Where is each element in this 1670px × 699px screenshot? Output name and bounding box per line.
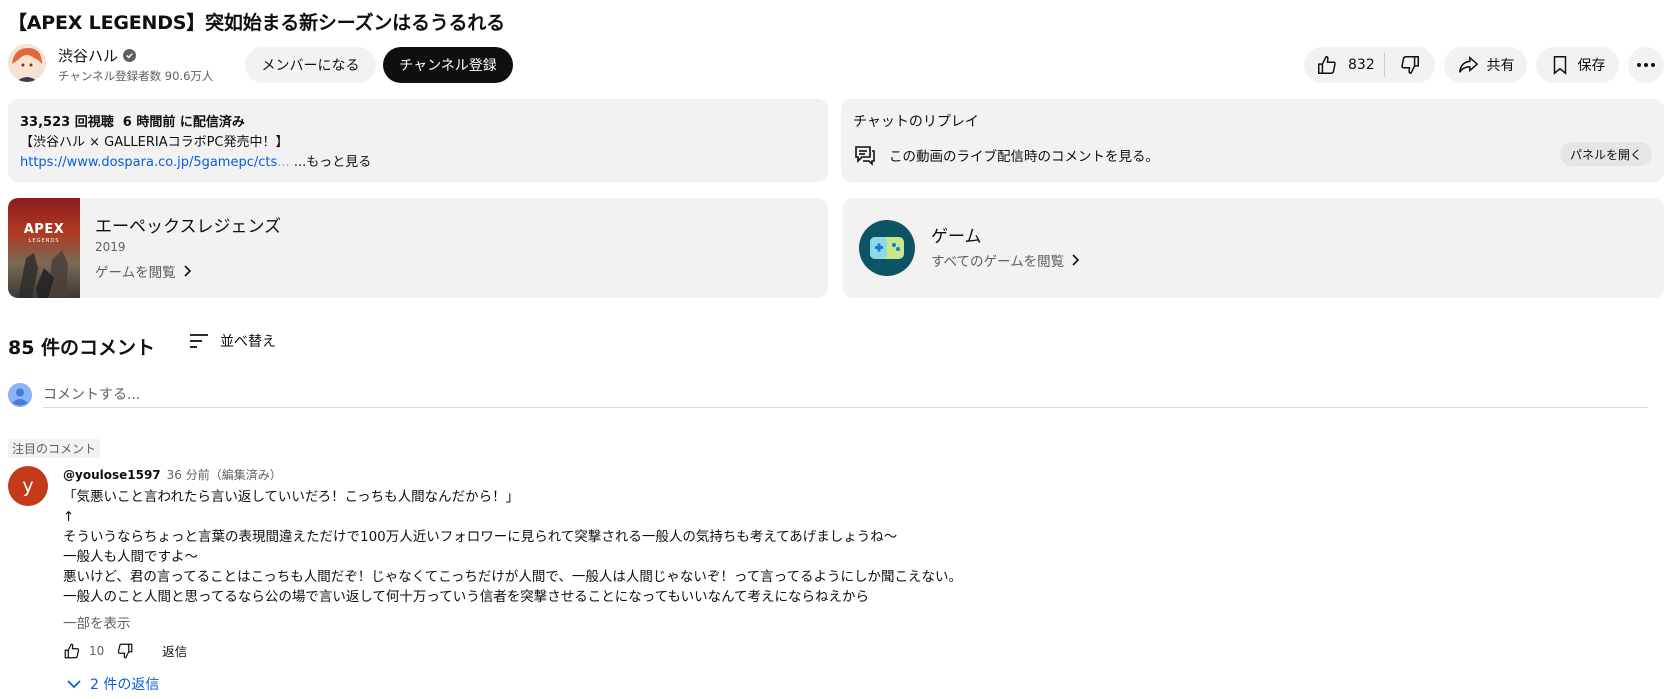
replies-count-label: 2 件の返信 — [90, 677, 160, 693]
comment-like-count: 10 — [89, 643, 105, 658]
comment-header: @youlose1597 36 分前（編集済み） — [63, 466, 282, 483]
user-avatar-icon — [8, 383, 32, 407]
comment-author[interactable]: @youlose1597 — [63, 468, 161, 482]
show-less-link[interactable]: 一部を表示 — [63, 612, 131, 632]
game-year: 2019 — [95, 240, 126, 254]
subscriber-count: チャンネル登録者数 90.6万人 — [58, 69, 214, 83]
more-horizontal-icon — [1637, 63, 1655, 67]
show-more-link[interactable]: ...もっと見る — [294, 155, 371, 170]
description-link-row: https://www.dospara.co.jp/5gamepc/cts...… — [20, 151, 371, 170]
share-label: 共有 — [1486, 58, 1515, 74]
join-button[interactable]: メンバーになる — [245, 47, 376, 83]
chat-replay-text: この動画のライブ配信時のコメントを見る。 — [889, 149, 1159, 165]
channel-name-row[interactable]: 渋谷ハル — [58, 45, 137, 66]
description-meta: 33,523 回視聴 6 時間前 に配信済み — [20, 111, 245, 130]
comment-actions: 10 返信 — [63, 641, 187, 660]
sort-icon — [190, 334, 208, 348]
comment-text-line: 悪いけど、君の言ってることはこっちも人間だぞ！じゃなくてこっちだけが人間で、一般… — [63, 569, 962, 585]
add-comment-input[interactable] — [43, 382, 1648, 408]
chevron-right-icon — [184, 265, 191, 277]
dislike-button[interactable] — [1385, 47, 1435, 83]
save-label: 保存 — [1577, 58, 1606, 74]
chat-replay-box: チャットのリプレイ この動画のライブ配信時のコメントを見る。 パネルを開く — [841, 99, 1664, 182]
browse-game-label: ゲームを閲覧 — [95, 265, 176, 281]
browse-game-link[interactable]: ゲームを閲覧 — [95, 261, 192, 281]
share-icon — [1458, 56, 1478, 73]
stream-time: 6 時間前 に配信済み — [122, 115, 245, 130]
sort-comments-button[interactable]: 並べ替え — [188, 331, 276, 351]
like-button[interactable]: 832 — [1304, 47, 1384, 83]
chat-replay-title: チャットのリプレイ — [853, 114, 979, 130]
description-box[interactable]: 33,523 回視聴 6 時間前 に配信済み 【渋谷ハル × GALLERIAコ… — [8, 99, 828, 182]
like-dislike-group: 832 — [1304, 47, 1435, 83]
comment-text-line: 「気悪いこと言われたら言い返していいだろ！こっちも人間なんだから！」 — [63, 489, 520, 505]
game-cover-art: APEX LEGENDS — [8, 198, 80, 298]
gaming-card[interactable]: ゲーム すべてのゲームを閲覧 — [843, 198, 1664, 298]
browse-all-games-link[interactable]: すべてのゲームを閲覧 — [931, 250, 1080, 270]
video-title: 【APEX LEGENDS】突如始まる新シーズンはるうるれる — [8, 12, 505, 34]
description-link-fade: ... — [277, 155, 290, 170]
comment-text-line: ↑ — [63, 509, 75, 525]
verified-check-icon — [123, 49, 137, 62]
gaming-name[interactable]: ゲーム — [931, 222, 982, 247]
thumbs-down-icon — [1401, 56, 1419, 74]
more-actions-button[interactable] — [1628, 47, 1664, 83]
view-count: 33,523 回視聴 — [20, 115, 114, 130]
game-name[interactable]: エーペックスレジェンズ — [95, 212, 281, 237]
thumbs-up-icon — [1318, 56, 1336, 74]
featured-comment-badge: 注目のコメント — [8, 439, 101, 458]
comment-text-line: 一般人も人間ですよ～ — [63, 549, 198, 565]
reply-button[interactable]: 返信 — [162, 641, 187, 660]
game-card[interactable]: APEX LEGENDS エーペックスレジェンズ 2019 ゲームを閲覧 — [8, 198, 828, 298]
share-button[interactable]: 共有 — [1444, 47, 1527, 83]
description-line: 【渋谷ハル × GALLERIAコラボPC発売中！】 — [20, 135, 289, 150]
chevron-right-icon — [1072, 254, 1080, 266]
game-cover-subtitle: LEGENDS — [28, 238, 60, 244]
chevron-down-icon — [67, 680, 81, 689]
comment-like-icon[interactable] — [63, 642, 81, 660]
bookmark-icon — [1553, 56, 1566, 75]
comment-text-line: 一般人のこと人間と思ってるなら公の場で言い返して何十万っていう信者を突撃させるこ… — [63, 589, 869, 605]
chat-icon — [853, 143, 877, 167]
save-button[interactable]: 保存 — [1536, 47, 1619, 83]
description-link[interactable]: https://www.dospara.co.jp/5gamepc/cts — [20, 155, 277, 170]
open-panel-button[interactable]: パネルを開く — [1559, 142, 1652, 166]
game-cover-title: APEX — [23, 222, 65, 237]
sort-label: 並べ替え — [220, 334, 276, 350]
gaming-controller-icon — [859, 220, 915, 276]
comment-time[interactable]: 36 分前（編集済み） — [167, 466, 282, 483]
browse-all-games-label: すべてのゲームを閲覧 — [931, 254, 1065, 270]
channel-name[interactable]: 渋谷ハル — [58, 45, 118, 66]
subscribe-button[interactable]: チャンネル登録 — [383, 47, 513, 83]
channel-avatar[interactable] — [8, 44, 46, 82]
comment-text-line: そういうならちょっと言葉の表現間違えただけで100万人近いフォロワーに見られて突… — [63, 529, 898, 545]
like-count: 832 — [1348, 57, 1375, 73]
commenter-avatar[interactable]: y — [8, 466, 48, 506]
view-replies-button[interactable]: 2 件の返信 — [66, 674, 159, 694]
comments-count: 85 件のコメント — [8, 337, 156, 359]
comment-dislike-icon[interactable] — [116, 642, 134, 660]
